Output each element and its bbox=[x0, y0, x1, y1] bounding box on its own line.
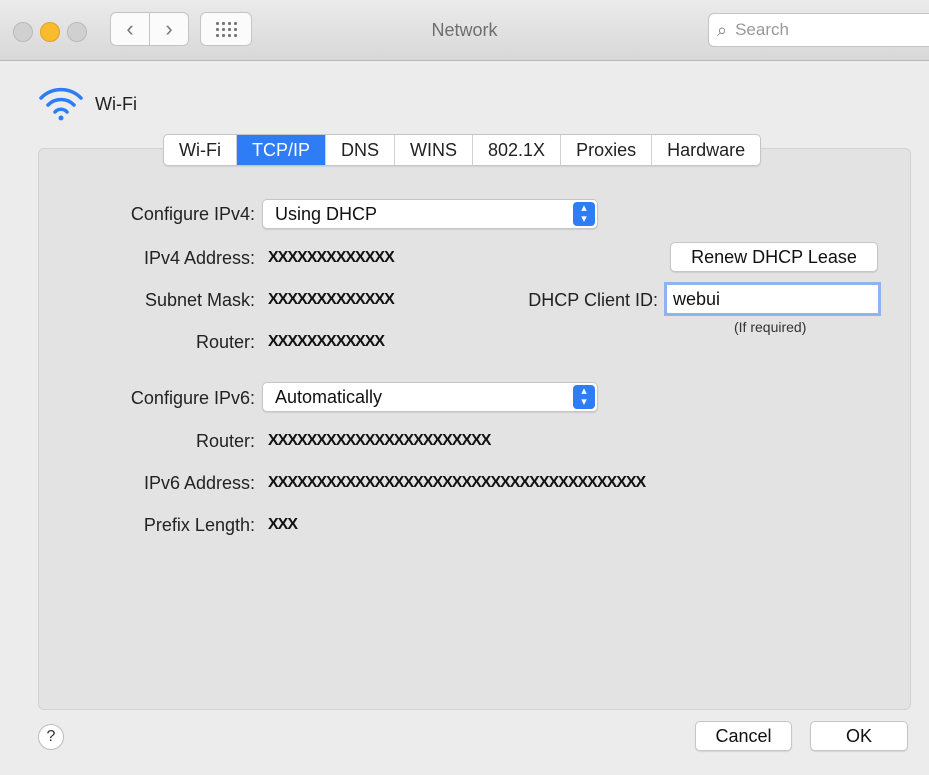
ipv6-router-value: XXXXXXXXXXXXXXXXXXXXXXX bbox=[268, 432, 491, 449]
client-id-hint: (If required) bbox=[734, 319, 807, 335]
subnet-mask-label: Subnet Mask: bbox=[144, 290, 255, 310]
tab-proxies[interactable]: Proxies bbox=[561, 135, 653, 165]
title-bar: ‹ › Network ⌕ bbox=[0, 0, 929, 61]
ipv4-router-value: XXXXXXXXXXXX bbox=[268, 333, 385, 350]
tab-bar: Wi-Fi TCP/IP DNS WINS 802.1X Proxies Har… bbox=[163, 134, 762, 166]
chevron-up-down-icon: ▴ ▾ bbox=[573, 385, 595, 409]
cancel-button[interactable]: Cancel bbox=[695, 721, 792, 751]
configure-ipv4-value: Using DHCP bbox=[275, 204, 378, 224]
dhcp-client-id-input[interactable] bbox=[664, 282, 881, 316]
search-input[interactable] bbox=[733, 19, 918, 41]
configure-ipv6-label: Configure IPv6: bbox=[130, 388, 255, 408]
prefix-length-value: XXX bbox=[268, 516, 298, 533]
service-header: Wi-Fi bbox=[37, 86, 137, 122]
wifi-icon bbox=[39, 87, 83, 121]
tab-dns[interactable]: DNS bbox=[326, 135, 396, 165]
search-field[interactable]: ⌕ bbox=[708, 13, 929, 47]
tab-tcpip[interactable]: TCP/IP bbox=[236, 135, 326, 165]
tab-wifi[interactable]: Wi-Fi bbox=[164, 135, 237, 165]
ok-button[interactable]: OK bbox=[810, 721, 908, 751]
search-icon: ⌕ bbox=[717, 19, 728, 40]
service-name: Wi-Fi bbox=[95, 93, 137, 114]
tab-wins[interactable]: WINS bbox=[395, 135, 474, 165]
tab-hardware[interactable]: Hardware bbox=[652, 135, 760, 165]
ipv6-address-label: IPv6 Address: bbox=[143, 473, 255, 493]
ipv4-address-value: XXXXXXXXXXXXX bbox=[268, 249, 395, 266]
chevron-up-down-icon: ▴ ▾ bbox=[573, 202, 595, 226]
subnet-mask-value: XXXXXXXXXXXXX bbox=[268, 291, 395, 308]
tab-8021x[interactable]: 802.1X bbox=[473, 135, 562, 165]
dhcp-client-id-label: DHCP Client ID: bbox=[528, 290, 658, 310]
configure-ipv6-select[interactable]: Automatically ▴ ▾ bbox=[262, 382, 598, 412]
configure-ipv4-select[interactable]: Using DHCP ▴ ▾ bbox=[262, 199, 598, 229]
configure-ipv6-value: Automatically bbox=[275, 387, 383, 407]
ipv4-address-label: IPv4 Address: bbox=[143, 248, 255, 268]
ipv6-router-label: Router: bbox=[195, 431, 255, 451]
tcpip-panel bbox=[38, 148, 911, 710]
prefix-length-label: Prefix Length: bbox=[143, 515, 255, 535]
configure-ipv4-label: Configure IPv4: bbox=[130, 204, 255, 224]
ipv6-address-value: XXXXXXXXXXXXXXXXXXXXXXXXXXXXXXXXXXXXXXX bbox=[268, 474, 646, 491]
help-button[interactable]: ? bbox=[38, 724, 64, 750]
ipv4-router-label: Router: bbox=[195, 332, 255, 352]
renew-dhcp-lease-button[interactable]: Renew DHCP Lease bbox=[670, 242, 878, 272]
